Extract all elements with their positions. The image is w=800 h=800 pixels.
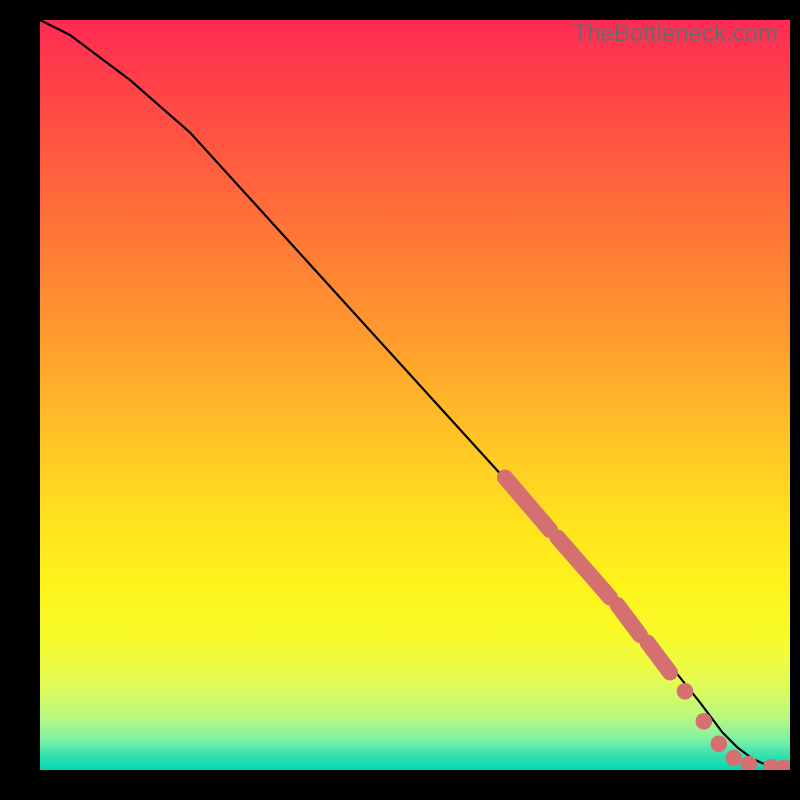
marker-segment — [505, 478, 550, 531]
plot-area: TheBottleneck.com — [40, 20, 790, 770]
marker-segments — [505, 478, 670, 673]
bottleneck-curve — [40, 20, 790, 769]
chart-frame: TheBottleneck.com — [0, 0, 800, 800]
marker-segment — [618, 605, 641, 635]
marker-segment — [648, 643, 671, 673]
marker-dot — [741, 756, 758, 770]
marker-dot — [696, 713, 713, 730]
marker-segment — [558, 538, 611, 598]
marker-dot — [711, 736, 728, 753]
chart-overlay — [40, 20, 790, 770]
marker-dot — [677, 683, 694, 700]
marker-dot — [726, 750, 743, 767]
marker-dot — [776, 760, 790, 771]
